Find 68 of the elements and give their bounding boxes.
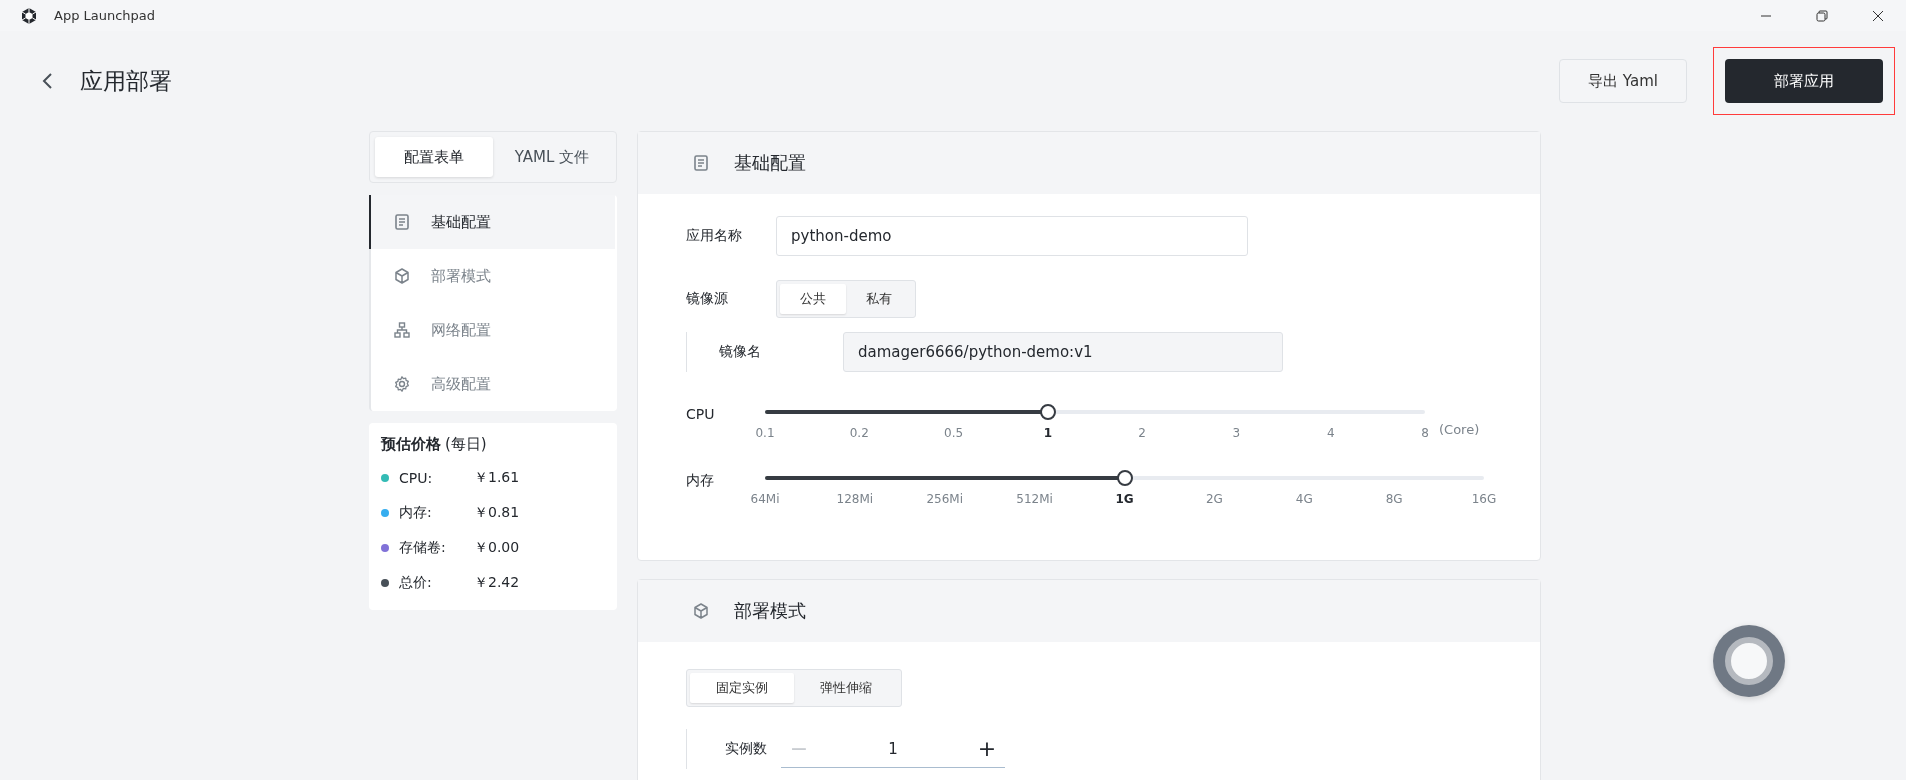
segment-option[interactable]: 公共 (780, 284, 846, 314)
mode-tab[interactable]: 配置表单 (375, 137, 493, 177)
price-value: ￥1.61 (474, 468, 520, 487)
slider-tick-label: 512Mi (1016, 492, 1053, 506)
close-icon (1872, 9, 1884, 22)
price-label: 存储卷: (399, 538, 447, 557)
slider-tick-label: 16G (1471, 492, 1497, 506)
page-title: 应用部署 (80, 66, 172, 96)
field-label: 镜像名 (719, 343, 762, 361)
price-label: 总价: (399, 573, 433, 592)
nav-item[interactable]: 基础配置 (369, 195, 615, 249)
window-title: App Launchpad (54, 8, 156, 23)
field-label: 实例数 (725, 740, 768, 758)
section-title: 部署模式 (734, 599, 806, 623)
field-label: 镜像源 (686, 290, 729, 308)
field-label: 应用名称 (686, 227, 743, 245)
deploy-button[interactable]: 部署应用 (1725, 59, 1883, 103)
number-stepper[interactable]: − 1 + (781, 730, 1005, 768)
price-value: ￥0.00 (474, 538, 520, 557)
document-icon (393, 213, 411, 231)
slider-tick-label: 1G (1115, 492, 1134, 506)
mode-tab[interactable]: YAML 文件 (493, 137, 611, 177)
image-name-field[interactable]: damager6666/python-demo:v1 (843, 332, 1283, 372)
slider-tick-label: 8 (1421, 426, 1429, 440)
slider-tick-label: 256Mi (926, 492, 964, 506)
segment-option[interactable]: 固定实例 (690, 673, 794, 703)
price-value: ￥2.42 (474, 573, 520, 592)
stepper-value: 1 (887, 739, 899, 758)
slider-tick-label: 0.2 (849, 426, 869, 440)
export-button[interactable]: 导出 Yaml (1559, 59, 1687, 103)
nav-item[interactable]: 高级配置 (369, 357, 615, 411)
slider-tick-label: 4 (1326, 426, 1335, 440)
back-icon (40, 71, 54, 91)
slider-thumb[interactable] (1116, 470, 1133, 486)
slider-tick-label: 3 (1232, 426, 1241, 440)
segment-option[interactable]: 私有 (846, 284, 912, 314)
slider-label: CPU (686, 405, 716, 422)
slider-tick-label: 2 (1138, 426, 1146, 440)
cube-icon (692, 602, 710, 620)
slider-label: 内存 (686, 471, 715, 490)
section-title: 基础配置 (734, 151, 806, 175)
restore-icon (1816, 9, 1828, 22)
slider-tick-label: 4G (1295, 492, 1313, 506)
unit-label: (Core) (1439, 421, 1480, 437)
floating-action-button[interactable] (1713, 625, 1785, 697)
price-value: ￥0.81 (474, 503, 520, 522)
cube-icon (393, 267, 411, 285)
app-logo-icon (20, 6, 38, 25)
app-name-field[interactable]: python-demo (776, 216, 1248, 256)
segment-option[interactable]: 弹性伸缩 (794, 673, 898, 703)
price-label: CPU: (399, 469, 434, 486)
slider-tick-label: 128Mi (836, 492, 874, 506)
price-period: (每日) (445, 435, 487, 454)
slider-tick-label: 64Mi (750, 492, 780, 506)
network-icon (393, 321, 411, 339)
nav-item[interactable]: 部署模式 (369, 249, 615, 303)
settings-icon (393, 375, 411, 393)
document-icon (692, 154, 710, 172)
price-title: 预估价格 (381, 435, 441, 454)
slider-tick-label: 2G (1205, 492, 1223, 506)
slider-tick-label: 8G (1385, 492, 1403, 506)
slider-tick-label: 0.1 (755, 426, 775, 440)
increment-button[interactable]: + (969, 736, 1005, 761)
slider-tick-label: 0.5 (944, 426, 964, 440)
slider-tick-label: 1 (1043, 426, 1052, 440)
nav-item[interactable]: 网络配置 (369, 303, 615, 357)
slider-thumb[interactable] (1039, 404, 1056, 420)
price-label: 内存: (399, 503, 433, 522)
